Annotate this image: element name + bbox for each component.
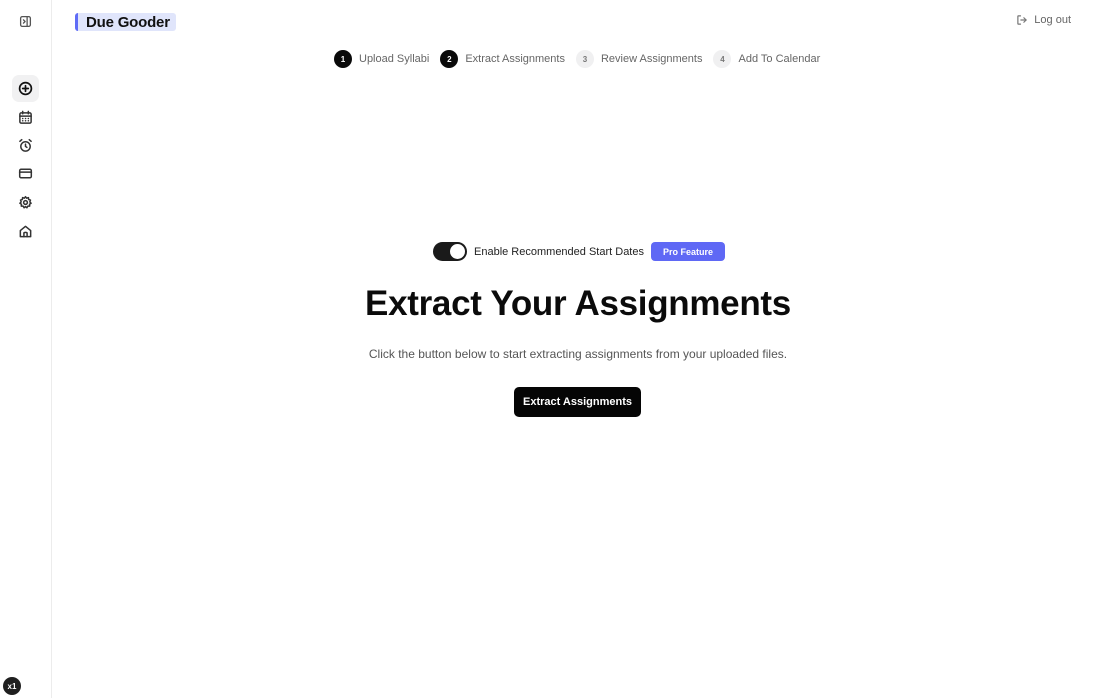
sidebar: x1 (0, 0, 52, 698)
app-logo[interactable]: Due Gooder (75, 13, 176, 31)
toggle-knob (450, 244, 465, 259)
step-add-to-calendar[interactable]: 4 Add To Calendar (713, 50, 820, 68)
page-title: Extract Your Assignments (365, 284, 791, 323)
step-number: 3 (575, 50, 594, 68)
sidebar-item-new[interactable] (12, 75, 39, 102)
progress-stepper: 1 Upload Syllabi 2 Extract Assignments 3… (334, 50, 820, 68)
step-number: 2 (440, 50, 459, 68)
extract-assignments-button[interactable]: Extract Assignments (514, 387, 641, 417)
recommended-dates-row: Enable Recommended Start Dates Pro Featu… (433, 242, 725, 261)
pro-feature-badge: Pro Feature (650, 242, 725, 261)
home-icon (19, 225, 32, 238)
step-review-assignments[interactable]: 3 Review Assignments (575, 50, 703, 68)
sidebar-item-billing[interactable] (12, 160, 39, 187)
logout-icon (1017, 15, 1028, 25)
toggle-label: Enable Recommended Start Dates (474, 245, 644, 258)
step-label: Extract Assignments (465, 53, 565, 65)
alarm-clock-icon (19, 138, 32, 152)
zoom-badge[interactable]: x1 (3, 677, 21, 695)
step-number: 4 (713, 50, 732, 68)
sidebar-item-reminders[interactable] (12, 132, 39, 159)
logout-label: Log out (1034, 14, 1071, 26)
page-subtitle: Click the button below to start extracti… (368, 347, 788, 361)
sidebar-item-calendar[interactable] (12, 104, 39, 131)
step-label: Upload Syllabi (359, 53, 430, 65)
credit-card-icon (18, 168, 33, 179)
step-label: Review Assignments (600, 53, 703, 65)
app-root: x1 Due Gooder Log out 1 Upload Syllabi 2… (0, 0, 1104, 698)
sidebar-toggle-button[interactable] (12, 8, 39, 35)
step-label: Add To Calendar (738, 53, 821, 65)
gear-icon (19, 195, 32, 209)
panel-toggle-icon (19, 15, 32, 28)
sidebar-item-settings[interactable] (12, 189, 39, 216)
step-number: 1 (334, 50, 352, 68)
step-extract-assignments[interactable]: 2 Extract Assignments (440, 50, 565, 68)
plus-circle-icon (18, 81, 33, 96)
sidebar-item-home[interactable] (12, 218, 39, 245)
recommended-dates-toggle[interactable] (433, 242, 467, 261)
calendar-icon (19, 110, 32, 124)
logout-button[interactable]: Log out (1016, 14, 1071, 26)
step-upload-syllabi[interactable]: 1 Upload Syllabi (334, 50, 429, 68)
